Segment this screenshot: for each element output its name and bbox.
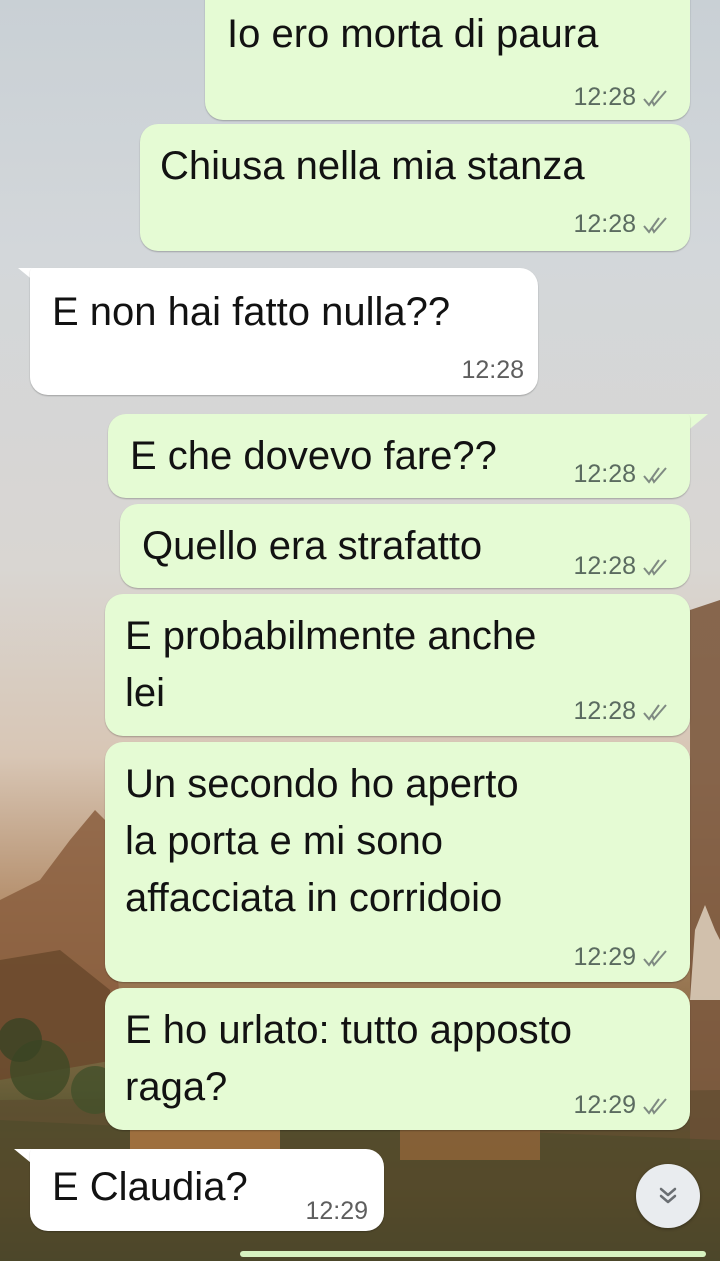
message-time: 12:29 xyxy=(573,1091,636,1119)
double-chevron-down-icon xyxy=(659,1187,677,1204)
message-text: E probabilmente anche lei xyxy=(125,614,537,715)
message-meta: 12:29 xyxy=(573,1091,670,1120)
double-check-icon xyxy=(643,1097,667,1115)
message-text: E Claudia? xyxy=(52,1165,248,1209)
double-check-icon xyxy=(643,558,667,576)
double-check-icon xyxy=(643,89,667,107)
message-bubble[interactable]: Io ero morta di paura 12:28 xyxy=(205,0,690,120)
message-bubble[interactable]: Quello era strafatto 12:28 xyxy=(120,504,690,588)
message-text: Io ero morta di paura xyxy=(227,12,599,56)
message-text: Chiusa nella mia stanza xyxy=(160,144,585,188)
message-bubble[interactable]: E che dovevo fare?? 12:28 xyxy=(108,414,690,498)
message-bubble[interactable]: E probabilmente anche lei 12:28 xyxy=(105,594,690,736)
message-text: Un secondo ho aperto la porta e mi sono … xyxy=(125,762,519,920)
message-meta: 12:29 xyxy=(573,943,670,972)
message-bubble[interactable]: E non hai fatto nulla?? 12:28 xyxy=(30,268,538,395)
message-meta: 12:28 xyxy=(573,460,670,489)
message-text: E che dovevo fare?? xyxy=(130,434,497,478)
message-meta: 12:29 xyxy=(305,1197,368,1226)
message-time: 12:28 xyxy=(573,210,636,238)
message-time: 12:29 xyxy=(573,943,636,971)
message-meta: 12:28 xyxy=(573,552,670,581)
double-check-icon xyxy=(643,216,667,234)
message-bubble[interactable]: E Claudia? 12:29 xyxy=(30,1149,384,1231)
double-check-icon xyxy=(643,466,667,484)
message-text: Quello era strafatto xyxy=(142,524,483,568)
double-check-icon xyxy=(643,703,667,721)
message-text: E ho urlato: tutto apposto raga? xyxy=(125,1008,572,1109)
message-time: 12:28 xyxy=(573,83,636,111)
message-time: 12:28 xyxy=(573,552,636,580)
message-meta: 12:28 xyxy=(573,210,670,239)
scroll-to-bottom-button[interactable] xyxy=(636,1164,700,1228)
message-time: 12:28 xyxy=(573,697,636,725)
message-time: 12:29 xyxy=(305,1197,368,1225)
message-time: 12:28 xyxy=(461,356,524,384)
message-bubble[interactable]: E ho urlato: tutto apposto raga? 12:29 xyxy=(105,988,690,1130)
composer-edge xyxy=(240,1251,706,1257)
message-bubble[interactable]: Un secondo ho aperto la porta e mi sono … xyxy=(105,742,690,982)
double-check-icon xyxy=(643,949,667,967)
message-meta: 12:28 xyxy=(573,83,670,112)
message-bubble[interactable]: Chiusa nella mia stanza 12:28 xyxy=(140,124,690,251)
message-time: 12:28 xyxy=(573,460,636,488)
message-meta: 12:28 xyxy=(573,697,670,726)
message-meta: 12:28 xyxy=(461,356,524,385)
message-text: E non hai fatto nulla?? xyxy=(52,290,451,334)
